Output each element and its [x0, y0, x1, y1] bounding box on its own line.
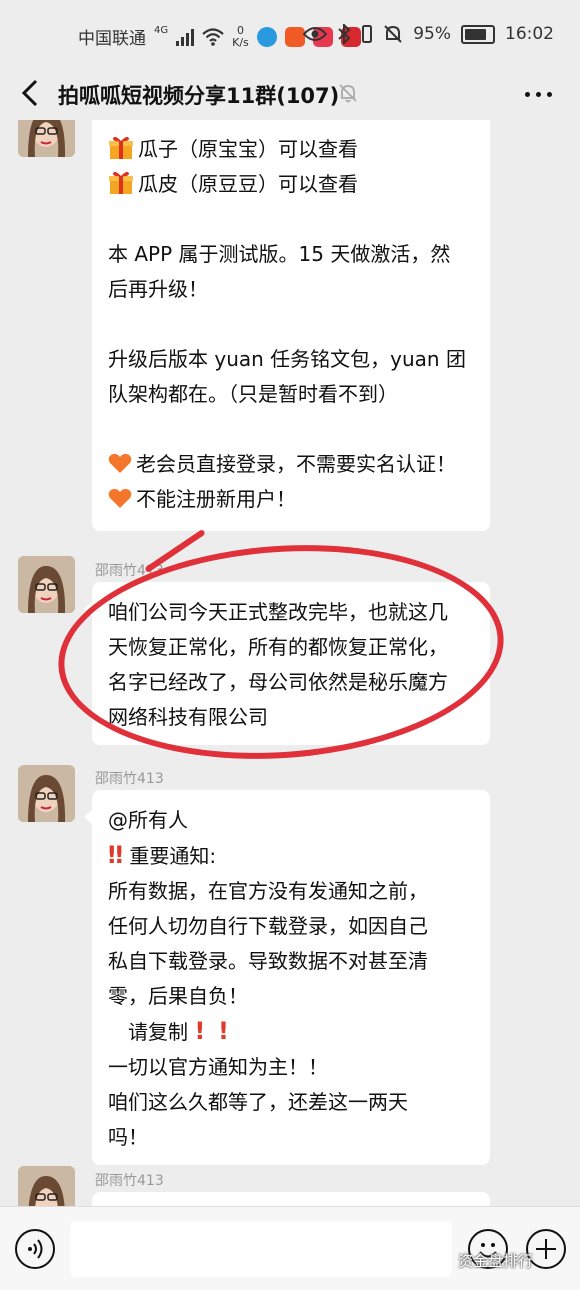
carrier-label: 中国联通: [78, 29, 146, 49]
avatar[interactable]: [18, 1166, 75, 1206]
double-exclamation-icon: ‼: [108, 841, 124, 869]
gift-icon: [109, 136, 133, 159]
message-line: [108, 307, 474, 342]
message-line: ‼ 重要通知:: [108, 838, 474, 874]
message-list[interactable]: 瓜子（原宝宝）可以查看 瓜皮（原豆豆）可以查看 本 APP 属于测试版。15 天…: [0, 120, 580, 1206]
heart-icon: [108, 453, 132, 473]
sender-name: 邵雨竹413: [95, 563, 164, 579]
more-options-icon[interactable]: [525, 92, 552, 97]
input-bar: [0, 1206, 580, 1290]
chat-header: 拍呱呱短视频分享11群(107): [0, 68, 580, 120]
message-line: 网络科技有限公司: [108, 705, 268, 729]
sender-name: 邵雨竹413: [95, 1173, 164, 1189]
sender-name: 邵雨竹413: [95, 771, 164, 787]
message-line: [108, 412, 474, 447]
network-type: 4G: [154, 25, 169, 36]
battery-icon: [461, 24, 495, 44]
message-bubble[interactable]: [92, 1192, 490, 1206]
avatar[interactable]: [18, 765, 75, 822]
message-line: 名字已经改了，母公司依然是秘乐魔方: [108, 670, 448, 694]
message-input[interactable]: [70, 1221, 452, 1277]
chat-title: 拍呱呱短视频分享11群(107): [58, 84, 340, 108]
message-line: @所有人: [108, 808, 188, 832]
network-speed: 0 K/s: [232, 23, 249, 49]
message-line: 任何人切勿自行下载登录，如因自己: [108, 914, 428, 938]
message-line: 所有数据，在官方没有发通知之前，: [108, 879, 428, 903]
wifi-icon: [202, 27, 224, 46]
eye-icon: [303, 27, 328, 41]
message-line: 老会员直接登录，不需要实名认证！: [108, 447, 474, 482]
bluetooth-icon: [338, 24, 351, 44]
watermark: 资金盘排行: [458, 1252, 534, 1270]
message-bubble[interactable]: @所有人 ‼ 重要通知: 所有数据，在官方没有发通知之前， 任何人切勿自行下载登…: [84, 790, 490, 1165]
message-line: 吗！: [108, 1125, 148, 1149]
avatar[interactable]: [18, 556, 75, 613]
message-bubble[interactable]: 瓜子（原宝宝）可以查看 瓜皮（原豆豆）可以查看 本 APP 属于测试版。15 天…: [92, 120, 490, 531]
message-line: 升级后版本 yuan 任务铭文包，yuan 团: [108, 347, 466, 371]
back-arrow-icon[interactable]: [16, 78, 46, 108]
message-line: 本 APP 属于测试版。15 天做激活，然: [108, 242, 451, 266]
status-bar: 中国联通 4G 0 K/s 95% 16:02: [0, 0, 580, 68]
message-bubble[interactable]: 咱们公司今天正式整改完毕，也就这几 天恢复正常化，所有的都恢复正常化， 名字已经…: [84, 582, 490, 745]
message-line: 零，后果自负！: [108, 984, 248, 1008]
clock: 16:02: [505, 24, 554, 44]
app-notification-icon: [256, 26, 277, 47]
mute-bell-icon: [384, 25, 402, 43]
voice-input-icon[interactable]: [15, 1229, 55, 1269]
message-line: 瓜子（原宝宝）可以查看: [108, 132, 474, 167]
message-line: 咱们公司今天正式整改完毕，也就这几: [108, 600, 448, 624]
message-line: 队架构都在。（只是暂时看不到）: [108, 382, 398, 406]
message-line: 后再升级！: [108, 277, 208, 301]
message-line: [108, 202, 474, 237]
message-line: 请复制 ! !: [108, 1014, 474, 1050]
message-line: 不能注册新用户！: [108, 482, 474, 517]
avatar[interactable]: [18, 120, 75, 157]
message-line: 私自下载登录。导致数据不对甚至清: [108, 949, 428, 973]
message-line: 咱们这么久都等了，还差这一两天: [108, 1090, 408, 1114]
muted-bell-icon: [339, 84, 357, 103]
heart-icon: [108, 488, 132, 508]
app-notification-icon: [284, 26, 305, 47]
message-line: 天恢复正常化，所有的都恢复正常化，: [108, 635, 448, 659]
gift-icon: [109, 171, 133, 194]
signal-icon: [176, 28, 195, 46]
exclamation-icon: !: [218, 1017, 229, 1045]
battery-percent: 95%: [413, 24, 451, 44]
vibrate-icon: [362, 25, 373, 43]
exclamation-icon: !: [194, 1017, 206, 1045]
message-line: 一切以官方通知为主！！: [108, 1055, 328, 1079]
message-line: 瓜皮（原豆豆）可以查看: [108, 167, 474, 202]
